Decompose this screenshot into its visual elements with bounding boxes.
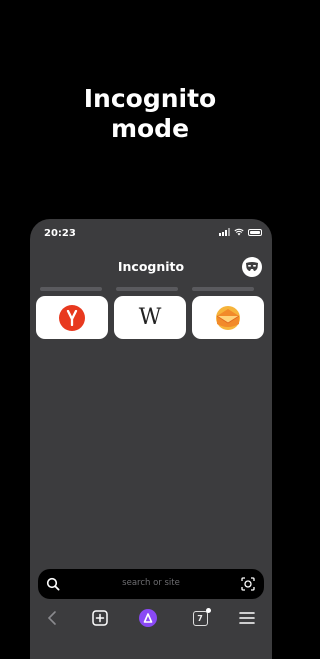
- wifi-icon: [234, 228, 244, 236]
- page-title: Incognito: [117, 259, 185, 274]
- search-bar[interactable]: search or site: [38, 569, 264, 599]
- incognito-mask-button[interactable]: [242, 257, 262, 277]
- menu-button[interactable]: [236, 607, 258, 629]
- tabs-notification-dot: [205, 607, 211, 613]
- bottom-toolbar: 7: [30, 607, 272, 631]
- chevron-left-icon: [47, 611, 56, 625]
- wikipedia-logo-icon: W: [138, 304, 162, 330]
- alice-assistant-icon: [139, 609, 157, 627]
- hamburger-menu-icon: [239, 612, 255, 624]
- phone-screen: 20:23 Incognito W search or site 7: [30, 219, 272, 659]
- incognito-mask-icon: [246, 262, 258, 271]
- tabs-count-icon: 7: [192, 607, 211, 626]
- promo-headline: Incognito mode: [0, 84, 300, 144]
- back-button[interactable]: [41, 607, 63, 629]
- headline-line-2: mode: [110, 114, 190, 143]
- tile-indicator: [116, 287, 178, 291]
- search-input[interactable]: search or site: [38, 578, 264, 588]
- battery-icon: [248, 228, 262, 236]
- new-tab-button[interactable]: [89, 607, 111, 629]
- plus-square-icon: [92, 610, 108, 626]
- tabs-count: 7: [197, 613, 203, 623]
- status-bar: 20:23: [30, 219, 272, 245]
- tile-mail[interactable]: [192, 296, 264, 339]
- status-icons: [219, 228, 262, 236]
- headline-line-1: Incognito: [83, 84, 217, 113]
- cellular-signal-icon: [219, 228, 230, 236]
- yandex-logo-icon: [59, 304, 85, 331]
- tile-indicator: [192, 287, 254, 291]
- tabs-button[interactable]: 7: [189, 607, 211, 629]
- tile-wikipedia[interactable]: W: [114, 296, 186, 339]
- tile-indicator: [40, 287, 102, 291]
- alice-assistant-button[interactable]: [137, 607, 159, 629]
- tile-yandex[interactable]: [36, 296, 108, 339]
- mail-envelope-icon: [216, 305, 240, 330]
- status-time: 20:23: [44, 228, 76, 239]
- camera-search-icon[interactable]: [240, 576, 256, 592]
